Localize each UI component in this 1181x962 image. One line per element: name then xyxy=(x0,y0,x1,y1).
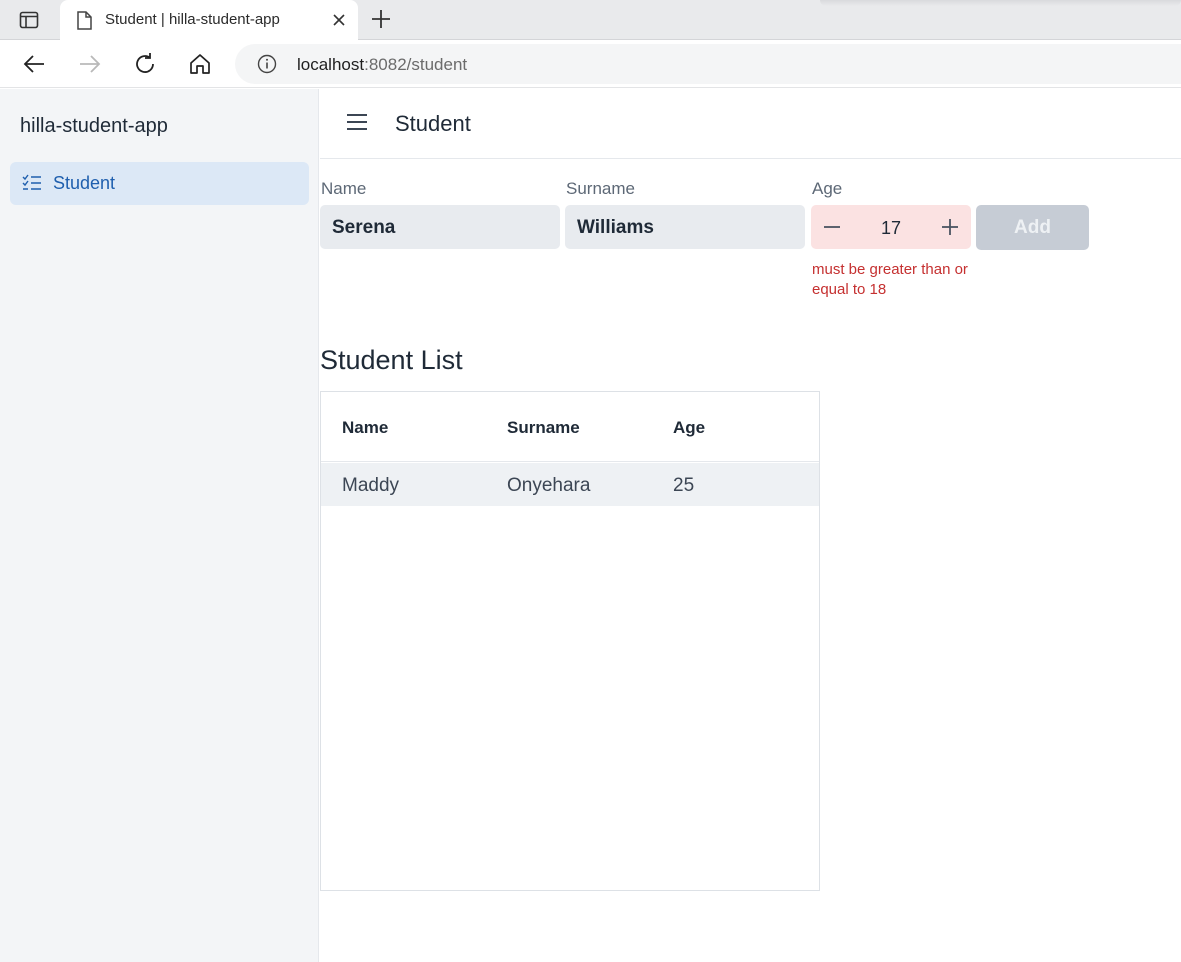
page-icon xyxy=(76,11,92,35)
url-path: :8082/student xyxy=(364,55,468,74)
tabbar-decoration xyxy=(820,0,1181,6)
column-header-age[interactable]: Age xyxy=(673,418,705,438)
view-header: Student xyxy=(320,89,1181,159)
tab-title: Student | hilla-student-app xyxy=(105,11,280,28)
main-content: Student Name Serena Surname Williams Age… xyxy=(320,89,1181,962)
tab-actions-icon[interactable] xyxy=(18,10,40,30)
student-grid: Name Surname Age Maddy Onyehara 25 xyxy=(320,391,820,891)
browser-tab[interactable]: Student | hilla-student-app xyxy=(60,0,358,40)
name-field[interactable]: Serena xyxy=(320,205,560,249)
name-label: Name xyxy=(321,179,367,198)
cell-surname: Onyehara xyxy=(507,475,591,496)
site-info-icon[interactable] xyxy=(257,54,277,74)
browser-toolbar: localhost:8082/student xyxy=(0,40,1181,88)
browser-tab-bar: Student | hilla-student-app xyxy=(0,0,1181,40)
home-icon[interactable] xyxy=(188,52,212,76)
address-bar[interactable]: localhost:8082/student xyxy=(235,44,1181,84)
add-button[interactable]: Add xyxy=(976,205,1089,250)
grid-header: Name Surname Age xyxy=(321,392,819,462)
decrement-icon[interactable] xyxy=(821,216,843,238)
sidebar-item-student[interactable]: Student xyxy=(10,162,309,205)
surname-label: Surname xyxy=(566,179,635,198)
age-error-message: must be greater than or equal to 18 xyxy=(812,261,968,298)
refresh-icon[interactable] xyxy=(133,52,157,76)
column-header-surname[interactable]: Surname xyxy=(507,418,580,438)
surname-field[interactable]: Williams xyxy=(565,205,805,249)
new-tab-icon[interactable] xyxy=(370,8,392,30)
sidebar: hilla-student-app Student xyxy=(0,89,319,962)
checklist-icon xyxy=(22,174,42,197)
list-title: Student List xyxy=(320,345,463,375)
close-tab-icon[interactable] xyxy=(330,11,348,29)
cell-age: 25 xyxy=(673,475,695,496)
cell-name: Maddy xyxy=(342,475,400,496)
page-title: Student xyxy=(395,111,471,136)
url-host: localhost xyxy=(297,55,365,74)
app-title: hilla-student-app xyxy=(20,115,168,137)
menu-toggle-icon[interactable] xyxy=(346,111,368,133)
age-stepper[interactable]: 17 xyxy=(811,205,971,249)
increment-icon[interactable] xyxy=(939,216,961,238)
table-row[interactable]: Maddy Onyehara 25 xyxy=(321,463,819,506)
sidebar-item-label: Student xyxy=(53,173,116,193)
column-header-name[interactable]: Name xyxy=(342,418,388,438)
forward-icon[interactable] xyxy=(78,52,102,76)
age-label: Age xyxy=(812,179,843,198)
back-icon[interactable] xyxy=(22,52,46,76)
url-text: localhost:8082/student xyxy=(297,55,467,75)
